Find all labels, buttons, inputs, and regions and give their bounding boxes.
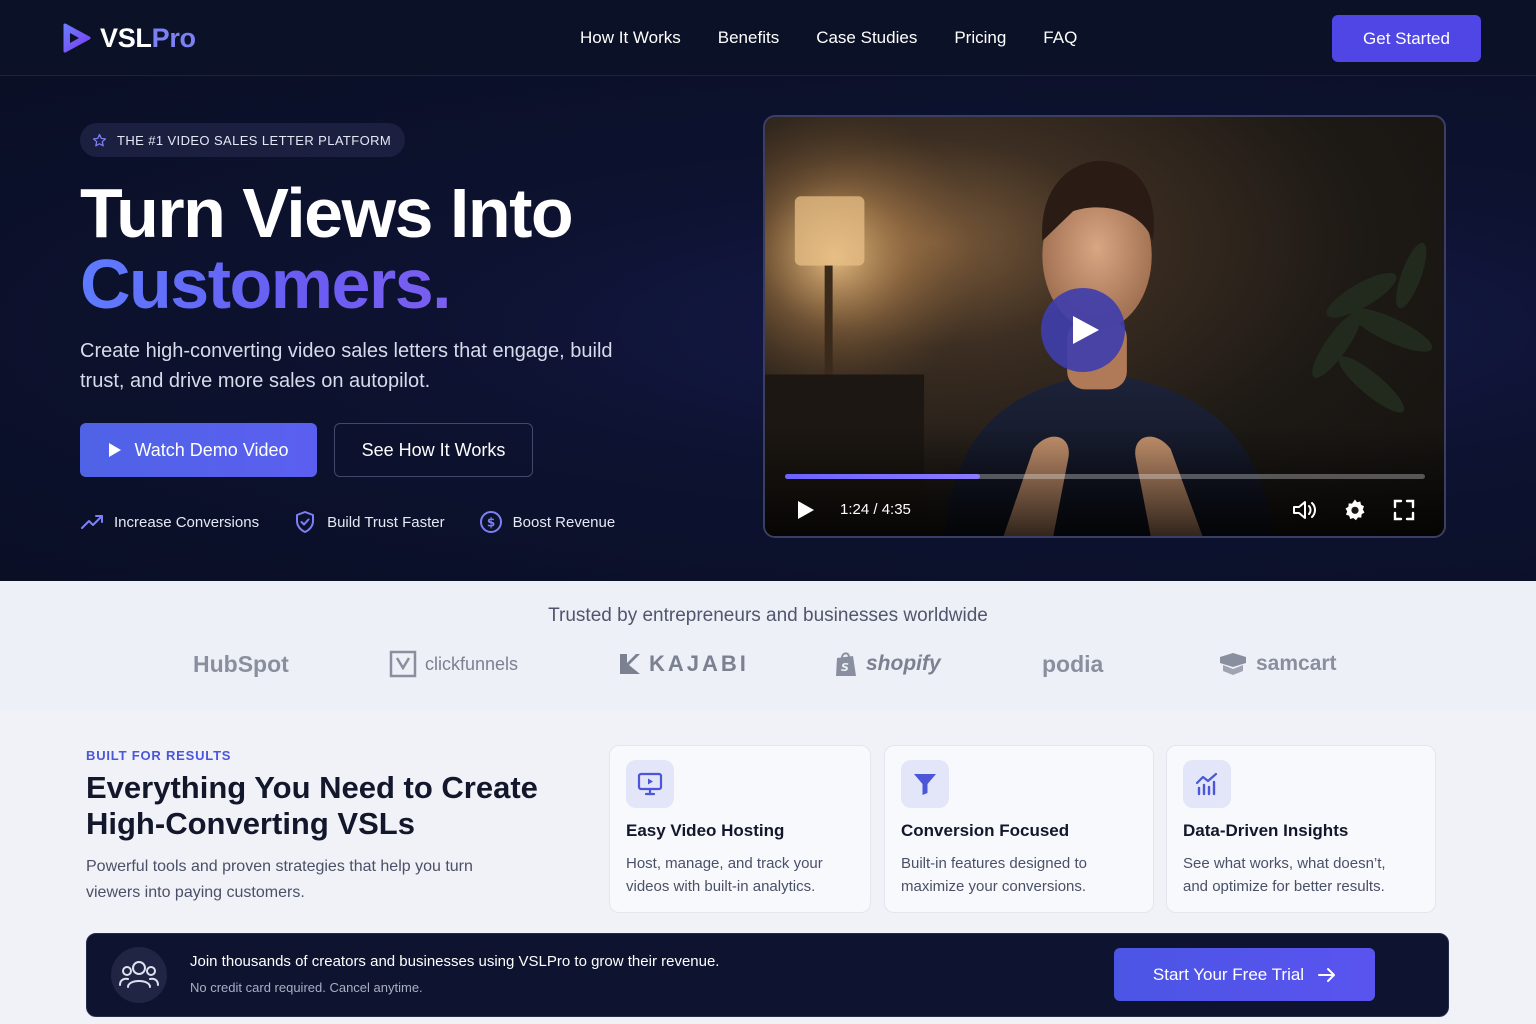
logo-hubspot-text: HubSpot xyxy=(193,650,289,677)
cta-subtitle: No credit card required. Cancel anytime. xyxy=(190,980,423,995)
badge-text: THE #1 VIDEO SALES LETTER PLATFORM xyxy=(117,132,392,148)
clickfunnels-mark-icon xyxy=(389,650,417,678)
get-started-button[interactable]: Get Started xyxy=(1332,15,1481,62)
card-text: Built-in features designed to maximize y… xyxy=(901,855,1087,895)
arrow-right-icon xyxy=(1318,967,1336,982)
brand-logo[interactable]: VSLPro xyxy=(62,22,196,54)
play-icon[interactable] xyxy=(797,500,815,520)
logo-shopify-text: shopify xyxy=(866,652,941,675)
hero-title-line2: Customers. xyxy=(80,245,452,323)
cta-title: Join thousands of creators and businesse… xyxy=(190,953,720,970)
feature-card-insights: Data-Driven Insights See what works, wha… xyxy=(1166,745,1436,913)
svg-text:$: $ xyxy=(486,516,494,530)
hero-title-line1: Turn Views Into xyxy=(80,174,574,252)
perk-label: Build Trust Faster xyxy=(327,513,445,531)
hero-section: THE #1 VIDEO SALES LETTER PLATFORM Turn … xyxy=(0,76,1536,581)
logo-clickfunnels: clickfunnels xyxy=(389,647,518,681)
brand-name: VSLPro xyxy=(100,22,196,53)
see-how-it-works-button[interactable]: See How It Works xyxy=(334,423,533,477)
features-subtitle: Powerful tools and proven strategies tha… xyxy=(86,858,473,901)
logo-kajabi-text: KAJABI xyxy=(649,651,749,676)
svg-text:S: S xyxy=(841,661,849,674)
play-icon xyxy=(109,443,122,457)
hero-badge: THE #1 VIDEO SALES LETTER PLATFORM xyxy=(80,123,406,157)
logo-samcart: samcart xyxy=(1218,647,1337,681)
logo-clickfunnels-text: clickfunnels xyxy=(425,653,519,674)
card-text: See what works, what doesn’t, and optimi… xyxy=(1183,855,1386,895)
shield-check-icon xyxy=(296,511,315,533)
card-title: Easy Video Hosting xyxy=(626,821,785,840)
analytics-chart-icon xyxy=(1195,772,1218,796)
hero-perks: Increase Conversions Build Trust Faster … xyxy=(80,510,615,534)
logo-podia: podia xyxy=(1042,647,1103,681)
cta-banner: Join thousands of creators and businesse… xyxy=(86,933,1449,1017)
card-title: Conversion Focused xyxy=(901,821,1070,840)
perk-label: Boost Revenue xyxy=(512,513,616,531)
cta-avatar xyxy=(111,947,167,1003)
cart-icon xyxy=(1220,653,1246,675)
video-progress-bar[interactable] xyxy=(785,474,1425,479)
card-title: Data-Driven Insights xyxy=(1183,821,1349,840)
features-title: Everything You Need to Create High-Conve… xyxy=(86,770,538,841)
play-logo-icon xyxy=(63,23,91,53)
play-icon xyxy=(1072,316,1099,344)
star-icon xyxy=(92,133,107,146)
nav-pricing[interactable]: Pricing xyxy=(954,28,1006,48)
nav-how-it-works[interactable]: How It Works xyxy=(580,28,681,48)
shopping-bag-icon: S xyxy=(836,652,856,676)
video-player[interactable]: 1:24 / 4:35 xyxy=(763,115,1446,538)
fullscreen-icon[interactable] xyxy=(1393,499,1415,521)
card-icon-wrap xyxy=(626,760,674,808)
trusted-title: Trusted by entrepreneurs and businesses … xyxy=(548,605,988,626)
feature-card-video-hosting: Easy Video Hosting Host, manage, and tra… xyxy=(609,745,871,913)
feature-card-conversion: Conversion Focused Built-in features des… xyxy=(884,745,1154,913)
perk-build-trust: Build Trust Faster xyxy=(293,510,445,534)
logo-samcart-text: samcart xyxy=(1256,652,1337,675)
nav-case-studies[interactable]: Case Studies xyxy=(816,28,917,48)
card-text: Host, manage, and track your videos with… xyxy=(626,855,823,895)
logo-hubspot: HubSpot xyxy=(193,647,289,681)
nav-faq[interactable]: FAQ xyxy=(1043,28,1077,48)
site-header: VSLPro How It Works Benefits Case Studie… xyxy=(0,0,1536,76)
monitor-play-icon xyxy=(637,772,663,796)
start-free-trial-button[interactable]: Start Your Free Trial xyxy=(1114,948,1375,1001)
dollar-circle-icon: $ xyxy=(479,511,502,533)
main-nav: How It Works Benefits Case Studies Prici… xyxy=(580,28,1077,48)
video-time: 1:24 / 4:35 xyxy=(840,501,911,518)
perk-boost-revenue: $ Boost Revenue xyxy=(479,510,616,534)
watch-demo-button[interactable]: Watch Demo Video xyxy=(80,423,317,477)
funnel-icon xyxy=(914,774,936,795)
watch-demo-label: Watch Demo Video xyxy=(134,439,289,460)
partner-logos: HubSpot clickfunnels KAJABI S shopify po… xyxy=(0,647,1536,681)
gear-icon[interactable] xyxy=(1343,498,1367,522)
hero-subtitle: Create high-converting video sales lette… xyxy=(80,340,613,392)
card-icon-wrap xyxy=(1183,760,1231,808)
start-free-trial-label: Start Your Free Trial xyxy=(1152,964,1305,984)
features-eyebrow: BUILT FOR RESULTS xyxy=(86,748,232,763)
volume-icon[interactable] xyxy=(1292,499,1318,521)
logo-kajabi: KAJABI xyxy=(619,647,749,681)
logo-shopify: S shopify xyxy=(834,647,941,681)
nav-benefits[interactable]: Benefits xyxy=(718,28,779,48)
perk-increase-conversions: Increase Conversions xyxy=(80,510,259,534)
trusted-by-section: Trusted by entrepreneurs and businesses … xyxy=(0,581,1536,710)
video-progress-fill xyxy=(785,474,981,479)
trending-up-icon xyxy=(81,515,103,529)
card-icon-wrap xyxy=(901,760,949,808)
perk-label: Increase Conversions xyxy=(114,513,260,531)
users-icon xyxy=(119,961,159,988)
kajabi-mark-icon xyxy=(620,654,640,674)
logo-podia-text: podia xyxy=(1042,650,1104,677)
video-play-button[interactable] xyxy=(1041,288,1125,372)
